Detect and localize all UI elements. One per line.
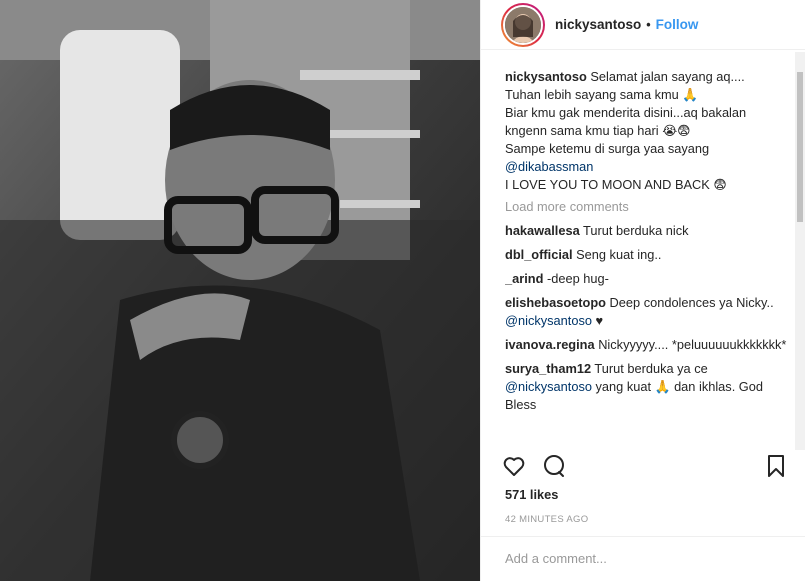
comment-username[interactable]: surya_tham12	[505, 361, 591, 376]
comment-mention[interactable]: @nickysantoso	[505, 313, 592, 328]
avatar[interactable]	[501, 2, 545, 47]
add-comment-bar	[481, 536, 805, 581]
post-sidebar: nickysantoso • Follow nickysantoso Selam…	[480, 0, 805, 581]
comment-username[interactable]: hakawallesa	[505, 223, 580, 238]
comment-text: -deep hug-	[546, 271, 609, 286]
scrollbar-thumb[interactable]	[797, 72, 803, 222]
caption-line: Selamat jalan sayang aq....	[590, 69, 745, 84]
instagram-post: nickysantoso • Follow nickysantoso Selam…	[0, 0, 805, 581]
comment-mention[interactable]: @nickysantoso	[505, 379, 592, 394]
caption-line: Sampe ketemu di surga yaa sayang	[505, 141, 710, 156]
action-bar	[501, 452, 789, 480]
caption-line: Biar kmu gak menderita disini...aq bakal…	[505, 105, 747, 138]
caption-mention[interactable]: @dikabassman	[505, 159, 593, 174]
heart-icon[interactable]	[501, 453, 527, 479]
comment-item: ivanova.regina Nickyyyyy.... *peluuuuuuk…	[505, 336, 791, 354]
comment-text: Seng kuat ing..	[576, 247, 662, 262]
comment-item: hakawallesa Turut berduka nick	[505, 222, 791, 240]
post-timestamp: 42 MINUTES AGO	[505, 514, 589, 525]
post-username[interactable]: nickysantoso	[555, 17, 641, 32]
comment-text: Turut berduka ya ce	[594, 361, 708, 376]
comment-item: surya_tham12 Turut berduka ya ce @nickys…	[505, 360, 791, 414]
comment-item: _arind -deep hug-	[505, 270, 791, 288]
add-comment-input[interactable]	[505, 551, 781, 566]
comment-item: elishebasoetopo Deep condolences ya Nick…	[505, 294, 791, 330]
follow-button[interactable]: Follow	[656, 17, 699, 32]
comment-text-after: ♥	[595, 313, 604, 328]
comment-username[interactable]: _arind	[505, 271, 543, 286]
comment-username[interactable]: elishebasoetopo	[505, 295, 606, 310]
load-more-comments[interactable]: Load more comments	[505, 198, 791, 216]
caption-username[interactable]: nickysantoso	[505, 69, 587, 84]
post-header: nickysantoso • Follow	[481, 0, 805, 50]
comment-username[interactable]: ivanova.regina	[505, 337, 595, 352]
comment-bubble-icon[interactable]	[541, 453, 567, 479]
bookmark-icon[interactable]	[763, 453, 789, 479]
comments-list: nickysantoso Selamat jalan sayang aq....…	[505, 68, 791, 442]
caption-line: I LOVE YOU TO MOON AND BACK 😨	[505, 177, 727, 192]
comment-text: Turut berduka nick	[583, 223, 689, 238]
profile-picture-icon	[505, 6, 541, 43]
comment-username[interactable]: dbl_official	[505, 247, 573, 262]
caption: nickysantoso Selamat jalan sayang aq....…	[505, 68, 791, 194]
comments-scrollbar[interactable]	[795, 52, 805, 450]
likes-count[interactable]: 571 likes	[505, 487, 558, 502]
post-photo-image	[0, 0, 480, 581]
avatar-image	[503, 4, 543, 45]
caption-line: Tuhan lebih sayang sama kmu 🙏	[505, 87, 699, 102]
comment-text: Nickyyyyy.... *peluuuuuukkkkkkk*	[598, 337, 787, 352]
comment-text: Deep condolences ya Nicky..	[609, 295, 774, 310]
separator-dot: •	[646, 17, 651, 32]
comment-item: dbl_official Seng kuat ing..	[505, 246, 791, 264]
post-photo[interactable]	[0, 0, 480, 581]
